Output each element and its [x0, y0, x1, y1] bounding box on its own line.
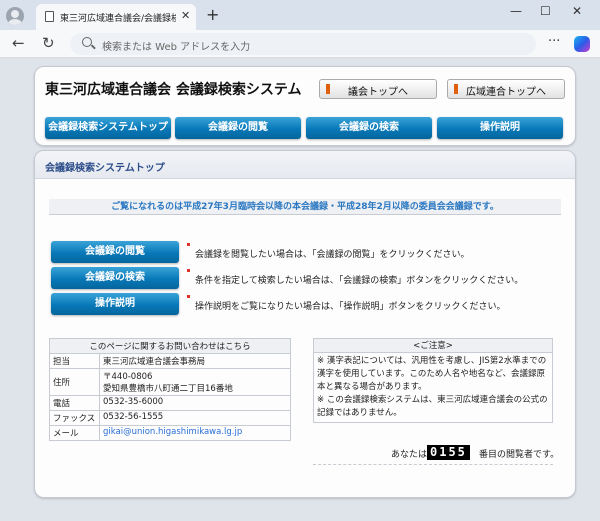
visitor-counter: あなたは 0155 番目の閲覧者です。: [313, 443, 559, 465]
caution-body: ※ 漢字表記については、汎用性を考慮し、JIS第2水準までの漢字を使用しています…: [314, 353, 552, 422]
counter-suffix: 番目の閲覧者です。: [479, 450, 560, 460]
nav-search[interactable]: 会議録の検索: [306, 117, 432, 139]
contact-key: 電話: [49, 395, 100, 411]
email-cell: gikai@union.higashimikawa.lg.jp: [99, 425, 291, 441]
tab-title: 東三河広域連合議会/会議録検索: [60, 14, 176, 24]
address-placeholder: 検索または Web アドレスを入力: [102, 42, 251, 53]
table-row: 担当 東三河広域連合議会事務局: [49, 353, 291, 369]
table-row: ファックス 0532-56-1555: [49, 410, 291, 426]
browser-tab[interactable]: 東三河広域連合議会/会議録検索 ✕: [36, 4, 196, 30]
nav-browse[interactable]: 会議録の閲覧: [175, 117, 301, 139]
contact-value: 東三河広域連合議会事務局: [99, 353, 291, 369]
union-top-link-label: 広域連合トップへ: [466, 87, 546, 98]
reload-icon[interactable]: ↻: [42, 34, 55, 52]
counter-prefix: あなたは: [391, 450, 428, 460]
new-tab-button[interactable]: +: [206, 5, 219, 24]
address-bar[interactable]: 検索または Web アドレスを入力: [70, 33, 536, 55]
contact-heading: このページに関するお問い合わせはこちら: [49, 338, 291, 354]
union-top-link[interactable]: 広域連合トップへ: [447, 79, 565, 99]
maximize-button[interactable]: ☐: [540, 4, 551, 18]
contact-value: 0532-35-6000: [99, 395, 291, 411]
caution-text-1: ※ 漢字表記については、汎用性を考慮し、JIS第2水準までの漢字を使用しています…: [317, 356, 547, 392]
web-page: 東三河広域連合議会 会議録検索システム 議会トップへ 広域連合トップへ 会議録検…: [0, 58, 600, 521]
contact-table: このページに関するお問い合わせはこちら 担当 東三河広域連合議会事務局 住所 〒…: [49, 338, 291, 441]
copilot-icon[interactable]: [574, 36, 590, 52]
caution-text-2: ※ この会議録検索システムは、東三河広域連合議会の公式の記録ではありません。: [317, 395, 548, 418]
search-button[interactable]: 会議録の検索: [51, 267, 179, 289]
site-title: 東三河広域連合議会 会議録検索システム: [45, 82, 302, 98]
table-row: メール gikai@union.higashimikawa.lg.jp: [49, 425, 291, 441]
content-panel: 会議録検索システムトップ ご覧になれるのは平成27年3月臨時会以降の本会議録・平…: [34, 150, 576, 498]
browse-button[interactable]: 会議録の閲覧: [51, 241, 179, 263]
more-options-icon[interactable]: ···: [548, 34, 560, 49]
browse-description: 会議録を閲覧したい場合は、「会議録の閲覧」をクリックください。: [195, 250, 470, 260]
caution-box: <ご注意> ※ 漢字表記については、汎用性を考慮し、JIS第2水準までの漢字を使…: [313, 338, 553, 423]
contact-key: 担当: [49, 353, 100, 369]
close-tab-icon[interactable]: ✕: [181, 9, 190, 22]
caution-heading: <ご注意>: [314, 339, 552, 353]
table-row: 電話 0532-35-6000: [49, 395, 291, 411]
contact-key: ファックス: [49, 410, 100, 426]
address: 愛知県豊橋市八町通二丁目16番地: [103, 384, 233, 394]
counter-value: 0155: [427, 445, 470, 460]
back-icon[interactable]: ←: [12, 34, 25, 52]
nav-system-top[interactable]: 会議録検索システムトップ: [45, 117, 171, 139]
close-window-button[interactable]: ✕: [572, 4, 582, 18]
assembly-top-link[interactable]: 議会トップへ: [319, 79, 437, 99]
contact-key: 住所: [49, 368, 100, 396]
table-row: 住所 〒440-0806 愛知県豊橋市八町通二丁目16番地: [49, 368, 291, 396]
bullet-icon: [187, 243, 190, 246]
minimize-button[interactable]: —: [510, 4, 522, 18]
site-header: 東三河広域連合議会 会議録検索システム 議会トップへ 広域連合トップへ 会議録検…: [34, 66, 576, 146]
help-button[interactable]: 操作説明: [51, 293, 179, 315]
browser-nav-bar: ← ↻ 検索または Web アドレスを入力 ···: [0, 30, 600, 58]
search-description: 条件を指定して検索したい場合は、「会議録の検索」ボタンをクリックください。: [195, 276, 524, 286]
availability-notice: ご覧になれるのは平成27年3月臨時会以降の本会議録・平成28年2月以降の委員会会…: [49, 199, 561, 215]
help-description: 操作説明をご覧になりたい場合は、「操作説明」ボタンをクリックください。: [195, 302, 506, 312]
bullet-icon: [187, 295, 190, 298]
postal-code: 〒440-0806: [103, 372, 153, 382]
search-icon: [82, 37, 92, 47]
browser-tab-bar: 東三河広域連合議会/会議録検索 ✕ + — ☐ ✕: [0, 0, 600, 30]
contact-value: 0532-56-1555: [99, 410, 291, 426]
contact-key: メール: [49, 425, 100, 441]
bullet-icon: [187, 269, 190, 272]
assembly-top-link-label: 議会トップへ: [348, 87, 408, 98]
panel-header: 会議録検索システムトップ: [35, 151, 575, 179]
page-icon: [45, 11, 54, 22]
profile-avatar-icon[interactable]: [6, 7, 24, 25]
contact-address-cell: 〒440-0806 愛知県豊橋市八町通二丁目16番地: [99, 368, 291, 396]
nav-help[interactable]: 操作説明: [437, 117, 563, 139]
page-title: 会議録検索システムトップ: [45, 163, 165, 174]
email-link[interactable]: gikai@union.higashimikawa.lg.jp: [103, 427, 242, 437]
